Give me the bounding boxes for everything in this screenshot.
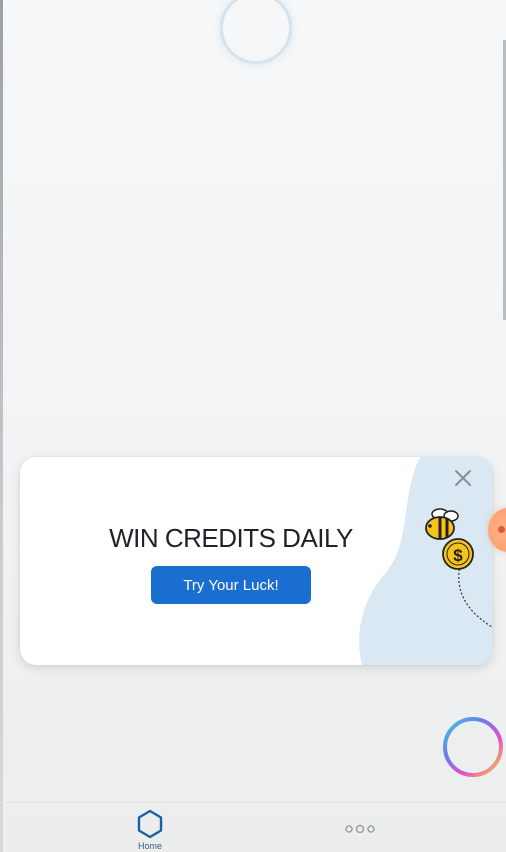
loading-spinner [220,0,292,64]
screen-edge-left [0,0,3,852]
bottom-navigation: Home [0,802,506,852]
nav-home[interactable]: Home [130,809,170,852]
hexagon-icon [137,809,163,839]
coin-symbol: $ [453,546,463,565]
promo-title: WIN CREDITS DAILY [109,523,353,553]
more-dots-icon [345,824,375,834]
promo-card: WIN CREDITS DAILY Try Your Luck! $ [20,457,492,665]
try-your-luck-button[interactable]: Try Your Luck! [151,566,311,604]
close-button[interactable] [448,463,478,493]
close-icon [455,470,471,486]
nav-more[interactable] [340,821,380,837]
notification-dot [498,526,505,533]
assistant-orb-icon[interactable] [440,714,506,780]
nav-home-label: Home [137,841,162,849]
bee-coin-icon: $ [425,508,492,628]
